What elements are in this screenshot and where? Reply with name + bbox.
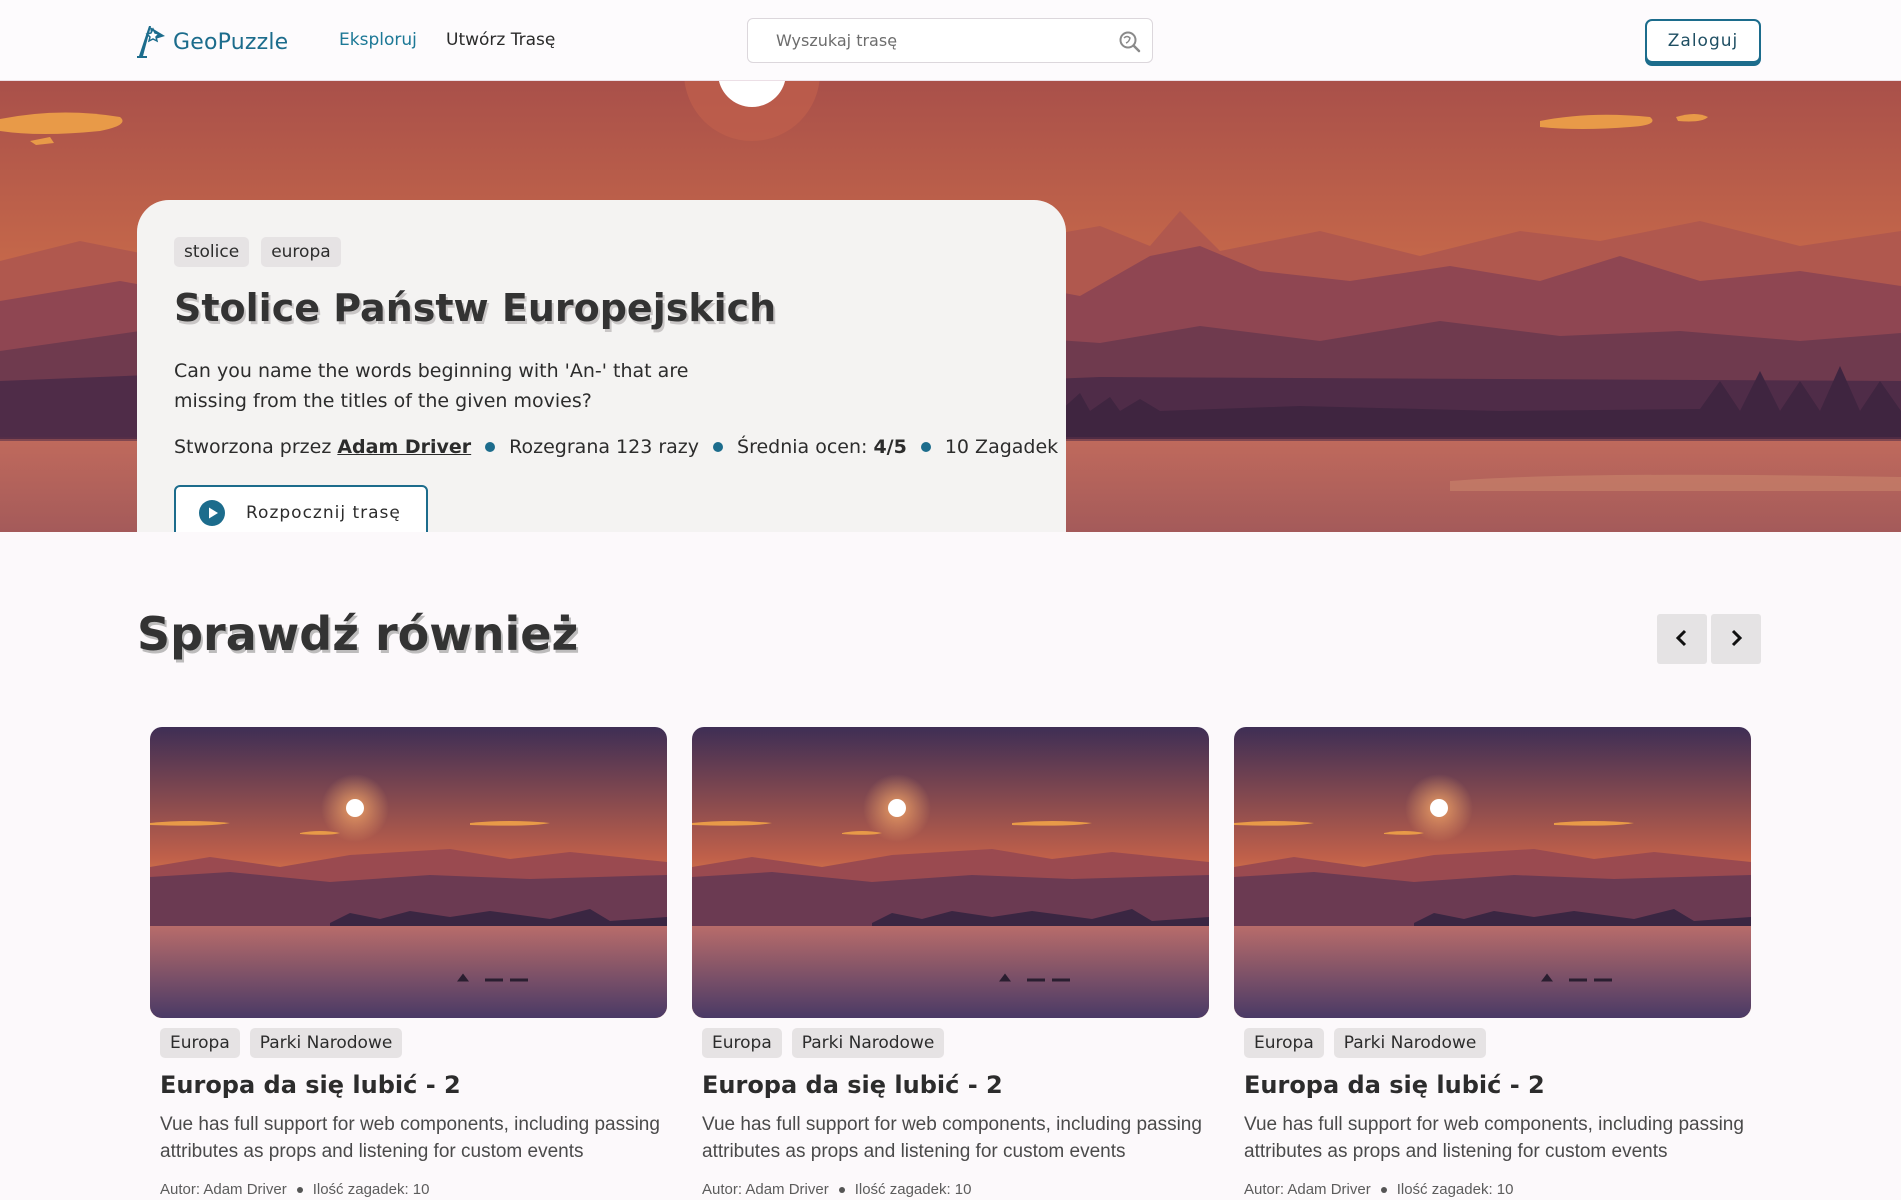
hero-meta: Stworzona przez Adam Driver Rozegrana 12… <box>174 436 1058 458</box>
hero-description: Can you name the words beginning with 'A… <box>174 360 689 412</box>
card-puzzle-count: Ilość zagadek: 10 <box>312 1181 430 1198</box>
card-title[interactable]: Europa da się lubić - 2 <box>160 1071 461 1099</box>
card-puzzle-count: Ilość zagadek: 10 <box>1396 1181 1514 1198</box>
card-tags: Europa Parki Narodowe <box>1244 1028 1487 1058</box>
logo-text: GeoPuzzle <box>173 30 289 55</box>
meta-separator <box>1380 1186 1387 1193</box>
meta-separator <box>296 1186 303 1193</box>
tag-europe[interactable]: Europa <box>160 1028 240 1058</box>
map-pin-icon <box>135 22 169 63</box>
card-author: Autor: Adam Driver <box>702 1181 829 1198</box>
hero-title: Stolice Państw Europejskich <box>174 286 777 330</box>
author-link[interactable]: Adam Driver <box>337 436 471 458</box>
route-card-image <box>692 727 1209 1018</box>
card-description: Vue has full support for web components,… <box>160 1114 660 1162</box>
start-route-label: Rozpocznij trasę <box>246 502 401 523</box>
top-navbar: GeoPuzzle Eksploruj Utwórz Trasę Zaloguj <box>0 0 1901 81</box>
card-description: Vue has full support for web components,… <box>702 1114 1202 1162</box>
card-title[interactable]: Europa da się lubić - 2 <box>1244 1071 1545 1099</box>
card-description: Vue has full support for web components,… <box>1244 1114 1744 1162</box>
rating-value: 4/5 <box>873 436 907 458</box>
meta-separator <box>838 1186 845 1193</box>
logo[interactable]: GeoPuzzle <box>135 22 288 63</box>
meta-separator <box>713 442 724 452</box>
card-title[interactable]: Europa da się lubić - 2 <box>702 1071 1003 1099</box>
card-author: Autor: Adam Driver <box>1244 1181 1371 1198</box>
meta-separator <box>920 442 931 452</box>
puzzle-count: 10 Zagadek <box>944 436 1059 458</box>
login-button[interactable]: Zaloguj <box>1645 19 1761 63</box>
hero-tags: stolice europa <box>174 237 341 267</box>
featured-route-card: stolice europa Stolice Państw Europejski… <box>137 200 1066 532</box>
route-card[interactable]: Europa Parki Narodowe Europa da się lubi… <box>150 727 667 1198</box>
search-bar <box>747 18 1153 63</box>
route-card[interactable]: Europa Parki Narodowe Europa da się lubi… <box>692 727 1209 1198</box>
card-meta: Autor: Adam Driver Ilość zagadek: 10 <box>160 1181 429 1198</box>
card-tags: Europa Parki Narodowe <box>702 1028 945 1058</box>
tag-national-parks[interactable]: Parki Narodowe <box>791 1028 945 1058</box>
route-card-image <box>1234 727 1751 1018</box>
nav-link-explore[interactable]: Eksploruj <box>339 30 417 50</box>
tag-europe[interactable]: europa <box>261 237 341 267</box>
tag-capitals[interactable]: stolice <box>174 237 250 267</box>
tag-europe[interactable]: Europa <box>1244 1028 1324 1058</box>
route-card[interactable]: Europa Parki Narodowe Europa da się lubi… <box>1234 727 1751 1198</box>
hero-banner: stolice europa Stolice Państw Europejski… <box>0 81 1901 532</box>
created-by-label: Stworzona przez <box>174 436 332 458</box>
tag-europe[interactable]: Europa <box>702 1028 782 1058</box>
search-input[interactable] <box>776 19 1106 62</box>
route-card-image <box>150 727 667 1018</box>
card-tags: Europa Parki Narodowe <box>160 1028 403 1058</box>
meta-separator <box>485 442 496 452</box>
card-meta: Autor: Adam Driver Ilość zagadek: 10 <box>702 1181 971 1198</box>
tag-national-parks[interactable]: Parki Narodowe <box>249 1028 403 1058</box>
carousel-next-button[interactable] <box>1711 614 1761 664</box>
chevron-right-icon <box>1727 628 1745 651</box>
card-author: Autor: Adam Driver <box>160 1181 287 1198</box>
played-count: Rozegrana 123 razy <box>509 436 700 458</box>
card-puzzle-count: Ilość zagadek: 10 <box>854 1181 972 1198</box>
section-title: Sprawdź również <box>137 607 579 661</box>
carousel-prev-button[interactable] <box>1657 614 1707 664</box>
rating-label: Średnia ocen: <box>737 436 868 458</box>
nav-link-create-route[interactable]: Utwórz Trasę <box>446 30 555 50</box>
start-route-button[interactable]: Rozpocznij trasę <box>174 485 428 532</box>
tag-national-parks[interactable]: Parki Narodowe <box>1333 1028 1487 1058</box>
chevron-left-icon <box>1673 628 1691 651</box>
search-icon[interactable] <box>1118 30 1142 59</box>
card-meta: Autor: Adam Driver Ilość zagadek: 10 <box>1244 1181 1513 1198</box>
play-icon <box>198 499 226 527</box>
